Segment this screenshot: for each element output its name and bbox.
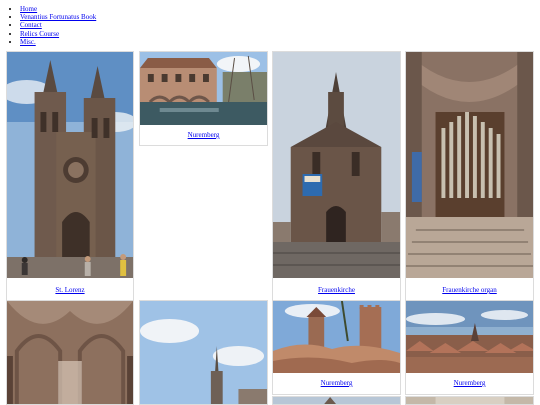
gallery-card-panorama[interactable]: Nuremberg [405, 300, 534, 395]
nav-item-misc: Misc. [20, 38, 96, 46]
nuremberg-river-link[interactable]: Nuremberg [188, 131, 220, 139]
card-caption: Nuremberg [273, 379, 400, 388]
fountain-photo[interactable] [140, 301, 267, 404]
nav-item-book: Venantius Fortunatus Book [20, 13, 96, 21]
card-caption: Frauenkirche [273, 286, 400, 295]
castle-image [273, 301, 400, 373]
partial-image [406, 397, 533, 404]
gallery-card-vaulted-interior[interactable] [6, 300, 134, 405]
panorama-photo[interactable] [406, 301, 533, 373]
gallery-card-castle[interactable]: Nuremberg [272, 300, 401, 395]
frauenkirche-link[interactable]: Frauenkirche [318, 286, 355, 294]
frauenkirche-image [273, 52, 400, 278]
panorama-link[interactable]: Nuremberg [454, 379, 486, 387]
nav-link-misc[interactable]: Misc. [20, 38, 36, 46]
nav-item-home: Home [20, 5, 96, 13]
card-caption: St. Lorenz [7, 286, 133, 295]
site-nav: Home Venantius Fortunatus Book Contact R… [0, 5, 96, 46]
nav-link-home[interactable]: Home [20, 5, 37, 13]
vaulted-interior-image [7, 301, 133, 404]
gallery-card-partial[interactable] [272, 396, 401, 405]
gallery-card-nuremberg-river[interactable]: Nuremberg [139, 51, 268, 146]
st-lorenz-link[interactable]: St. Lorenz [55, 286, 84, 294]
nav-link-relics-course[interactable]: Relics Course [20, 30, 59, 38]
st-lorenz-photo[interactable] [7, 52, 133, 278]
frauenkirche-organ-image [406, 52, 533, 278]
nuremberg-river-photo[interactable] [140, 52, 267, 125]
panorama-image [406, 301, 533, 373]
card-caption: Nuremberg [140, 131, 267, 140]
nav-link-contact[interactable]: Contact [20, 21, 42, 29]
vaulted-interior-photo[interactable] [7, 301, 133, 404]
fountain-image [140, 301, 267, 404]
gallery-card-frauenkirche-organ[interactable]: Frauenkirche organ [405, 51, 534, 301]
frauenkirche-photo[interactable] [273, 52, 400, 278]
gallery-card-partial[interactable] [405, 396, 534, 405]
partial-image [273, 397, 400, 404]
castle-link[interactable]: Nuremberg [321, 379, 353, 387]
frauenkirche-organ-photo[interactable] [406, 52, 533, 278]
gallery-card-st-lorenz[interactable]: St. Lorenz [6, 51, 134, 301]
nuremberg-river-image [140, 52, 267, 125]
card-caption: Frauenkirche organ [406, 286, 533, 295]
gallery-card-fountain[interactable] [139, 300, 268, 405]
nav-link-book[interactable]: Venantius Fortunatus Book [20, 13, 96, 21]
card-caption: Nuremberg [406, 379, 533, 388]
nav-item-contact: Contact [20, 21, 96, 29]
st-lorenz-image [7, 52, 133, 278]
castle-photo[interactable] [273, 301, 400, 373]
nav-item-relics-course: Relics Course [20, 30, 96, 38]
gallery-card-frauenkirche[interactable]: Frauenkirche [272, 51, 401, 301]
frauenkirche-organ-link[interactable]: Frauenkirche organ [442, 286, 497, 294]
